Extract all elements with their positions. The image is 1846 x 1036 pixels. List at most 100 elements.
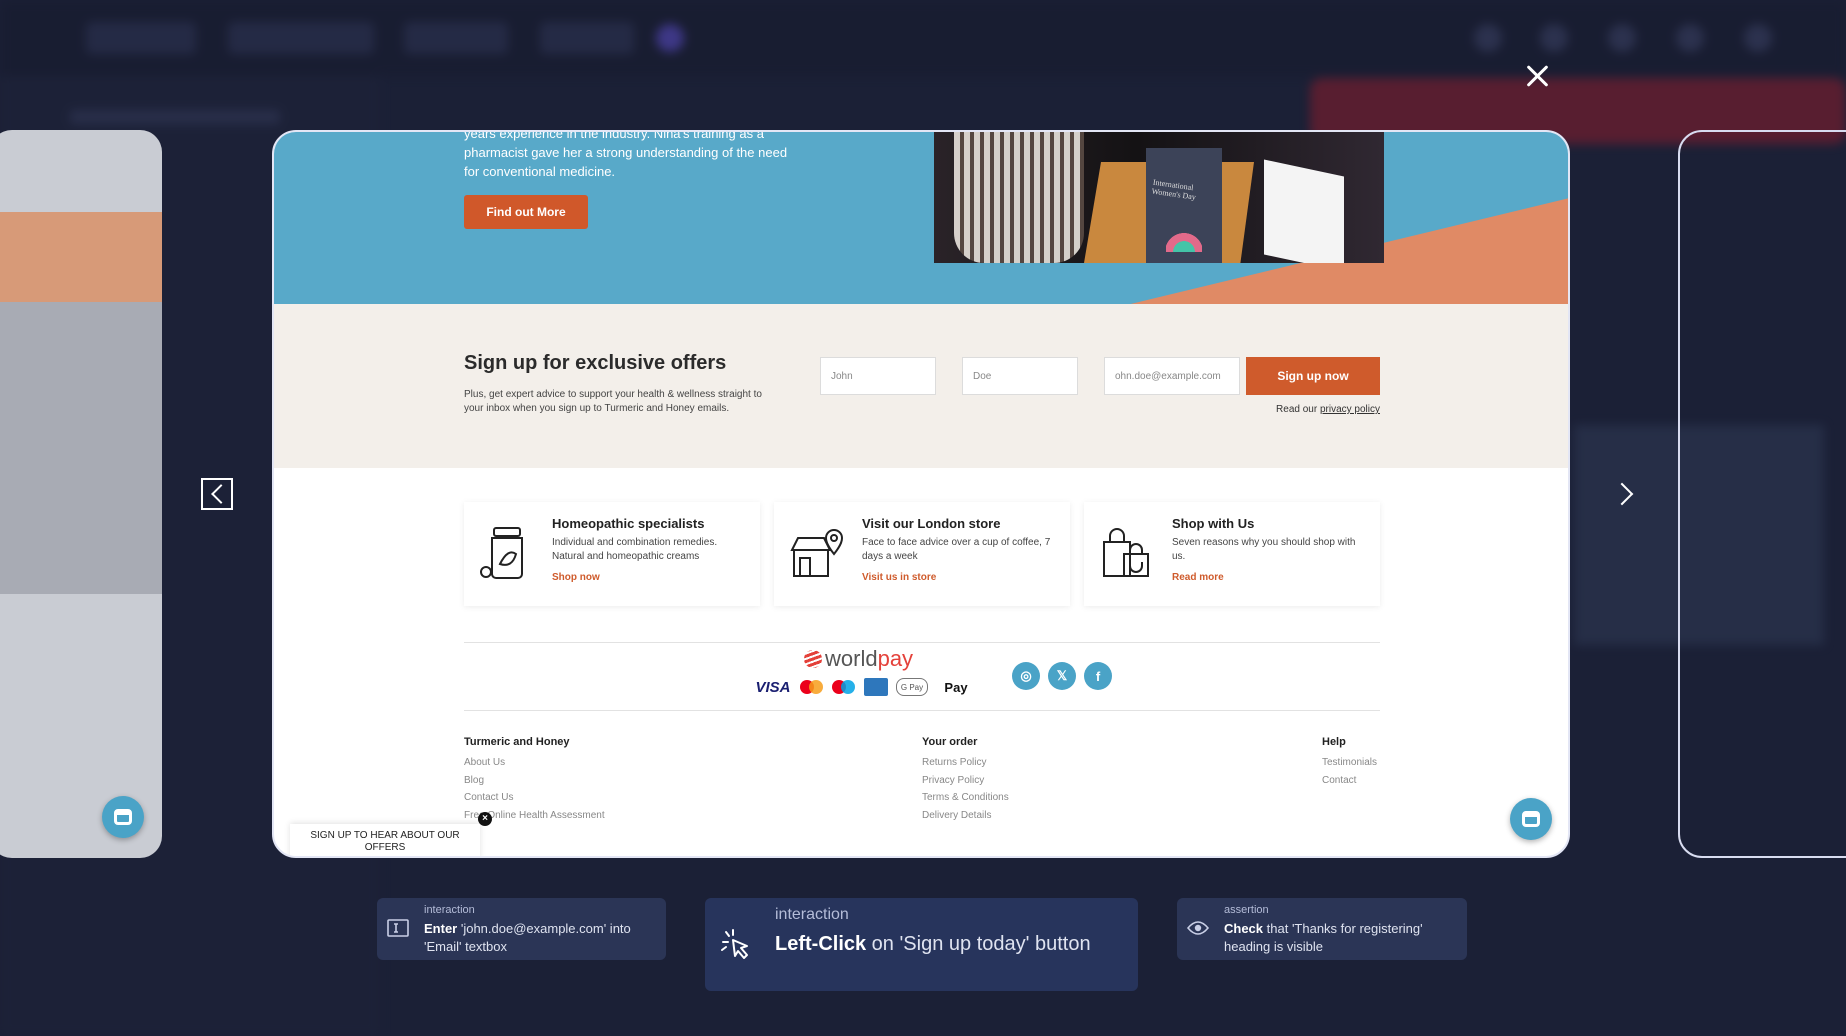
background-tab	[228, 22, 374, 54]
store-location-icon	[790, 529, 844, 577]
worldpay-text-a: world	[825, 646, 878, 671]
step-kind: interaction	[775, 906, 849, 923]
visa-icon: VISA	[755, 678, 791, 696]
apple-pay-icon: Pay	[944, 679, 968, 695]
background-tab	[404, 22, 508, 54]
footer-column-order: Your order Returns Policy Privacy Policy…	[922, 736, 1009, 824]
google-pay-icon: G Pay	[896, 678, 928, 696]
background-icon	[1540, 24, 1568, 52]
footer-link[interactable]: Terms & Conditions	[922, 789, 1009, 807]
privacy-policy-link[interactable]: privacy policy	[1320, 404, 1380, 415]
first-name-field[interactable]: John	[820, 357, 936, 395]
signup-subtitle: Plus, get expert advice to support your …	[464, 389, 762, 414]
eye-icon	[1187, 921, 1209, 935]
features-row: Homeopathic specialists Individual and c…	[464, 502, 1380, 606]
divider	[464, 642, 1380, 643]
instagram-icon[interactable]: ◎	[1012, 662, 1040, 690]
feature-title: Visit our London store	[862, 516, 1001, 531]
next-screenshot-card[interactable]	[1678, 130, 1846, 858]
footer-heading: Your order	[922, 736, 978, 748]
shopping-bag-icon	[1103, 528, 1149, 577]
social-links: ◎ 𝕏 f	[1012, 662, 1112, 690]
background-tab	[540, 22, 634, 54]
find-out-more-button[interactable]: Find out More	[464, 195, 588, 229]
screenshot-preview: years experience in the industry. Nina's…	[272, 130, 1570, 858]
feature-description: Seven reasons why you should shop with u…	[1172, 537, 1356, 562]
footer-link[interactable]: Returns Policy	[922, 754, 1009, 772]
step-verb: Check	[1224, 921, 1264, 936]
footer-column-company: Turmeric and Honey About Us Blog Contact…	[464, 736, 605, 824]
step-description: Check that 'Thanks for registering' head…	[1224, 920, 1460, 956]
amex-icon	[864, 678, 888, 696]
footer-link[interactable]: Delivery Details	[922, 807, 1009, 825]
chat-icon[interactable]	[102, 796, 144, 838]
worldpay-logo: worldpay	[804, 646, 913, 672]
footer-link[interactable]: Privacy Policy	[922, 772, 1009, 790]
close-icon[interactable]: ×	[478, 812, 492, 826]
worldpay-text-b: pay	[877, 646, 914, 671]
chevron-right-icon[interactable]	[1612, 478, 1638, 510]
worldpay-mark-icon	[804, 650, 822, 668]
background-icon	[1474, 24, 1502, 52]
read-more-link[interactable]: Read more	[1172, 572, 1224, 583]
background-icon	[1744, 24, 1772, 52]
chat-icon[interactable]	[1510, 798, 1552, 840]
signup-section: Sign up for exclusive offers Plus, get e…	[274, 304, 1568, 468]
step-kind: interaction	[424, 904, 475, 916]
feature-card: Visit our London store Face to face advi…	[774, 502, 1070, 606]
photo-paper	[1264, 159, 1344, 263]
signup-title: Sign up for exclusive offers	[464, 352, 727, 374]
footer-link[interactable]: Contact	[1322, 772, 1377, 790]
hero-section: years experience in the industry. Nina's…	[274, 130, 1568, 304]
step-chip-left-click[interactable]: interaction Left-Click on 'Sign up today…	[705, 898, 1138, 991]
maestro-icon	[832, 678, 856, 696]
privacy-prefix: Read our	[1276, 404, 1318, 415]
footer-link[interactable]: About Us	[464, 754, 605, 772]
mastercard-icon	[800, 678, 824, 696]
cursor-click-icon	[721, 929, 748, 959]
footer-heading: Turmeric and Honey	[464, 736, 570, 748]
step-verb: Left-Click	[775, 933, 867, 955]
step-detail: on 'Sign up today' button	[866, 933, 1091, 955]
step-description: Left-Click on 'Sign up today' button	[775, 930, 1115, 958]
previous-screenshot-card[interactable]	[0, 130, 162, 858]
payment-methods: VISA G Pay Pay	[754, 678, 976, 696]
feature-title: Shop with Us	[1172, 516, 1255, 531]
x-twitter-icon[interactable]: 𝕏	[1048, 662, 1076, 690]
photo-banner-text: International Women's Day	[1151, 177, 1197, 202]
background-tab	[86, 22, 196, 54]
step-kind: assertion	[1224, 904, 1269, 916]
facebook-icon[interactable]: f	[1084, 662, 1112, 690]
footer-column-help: Help Testimonials Contact	[1322, 736, 1377, 789]
sign-up-button[interactable]: Sign up now	[1246, 357, 1380, 395]
background-icon	[1676, 24, 1704, 52]
chevron-left-icon[interactable]	[201, 478, 233, 510]
card-band	[0, 302, 162, 594]
offers-signup-tab[interactable]: SIGN UP TO HEAR ABOUT OUR OFFERS	[290, 824, 480, 856]
hero-photo: International Women's Day	[934, 132, 1384, 263]
background-icon	[1608, 24, 1636, 52]
feature-card: Homeopathic specialists Individual and c…	[464, 502, 760, 606]
step-description: Enter 'john.doe@example.com' into 'Email…	[424, 920, 660, 956]
jar-leaf-icon	[480, 527, 523, 579]
visit-store-link[interactable]: Visit us in store	[862, 572, 936, 583]
close-icon[interactable]	[1522, 60, 1554, 92]
background-avatar	[656, 24, 684, 52]
shop-now-link[interactable]: Shop now	[552, 572, 600, 583]
email-field[interactable]: ohn.doe@example.com	[1104, 357, 1240, 395]
feature-description: Individual and combination remedies. Nat…	[552, 537, 718, 562]
step-chip-enter-email[interactable]: interaction Enter 'john.doe@example.com'…	[377, 898, 666, 960]
last-name-field[interactable]: Doe	[962, 357, 1078, 395]
card-stripe	[0, 212, 162, 302]
hero-text: years experience in the industry. Nina's…	[464, 130, 788, 179]
privacy-note: Read our privacy policy	[1174, 404, 1380, 415]
background-line	[70, 110, 280, 124]
footer-link[interactable]: Contact Us	[464, 789, 605, 807]
footer-link[interactable]: Blog	[464, 772, 605, 790]
footer-link[interactable]: Testimonials	[1322, 754, 1377, 772]
step-chip-assert-heading[interactable]: assertion Check that 'Thanks for registe…	[1177, 898, 1467, 960]
footer-heading: Help	[1322, 736, 1346, 748]
lotus-logo-icon	[1166, 232, 1202, 252]
textbox-icon	[387, 919, 409, 937]
step-verb: Enter	[424, 921, 458, 936]
